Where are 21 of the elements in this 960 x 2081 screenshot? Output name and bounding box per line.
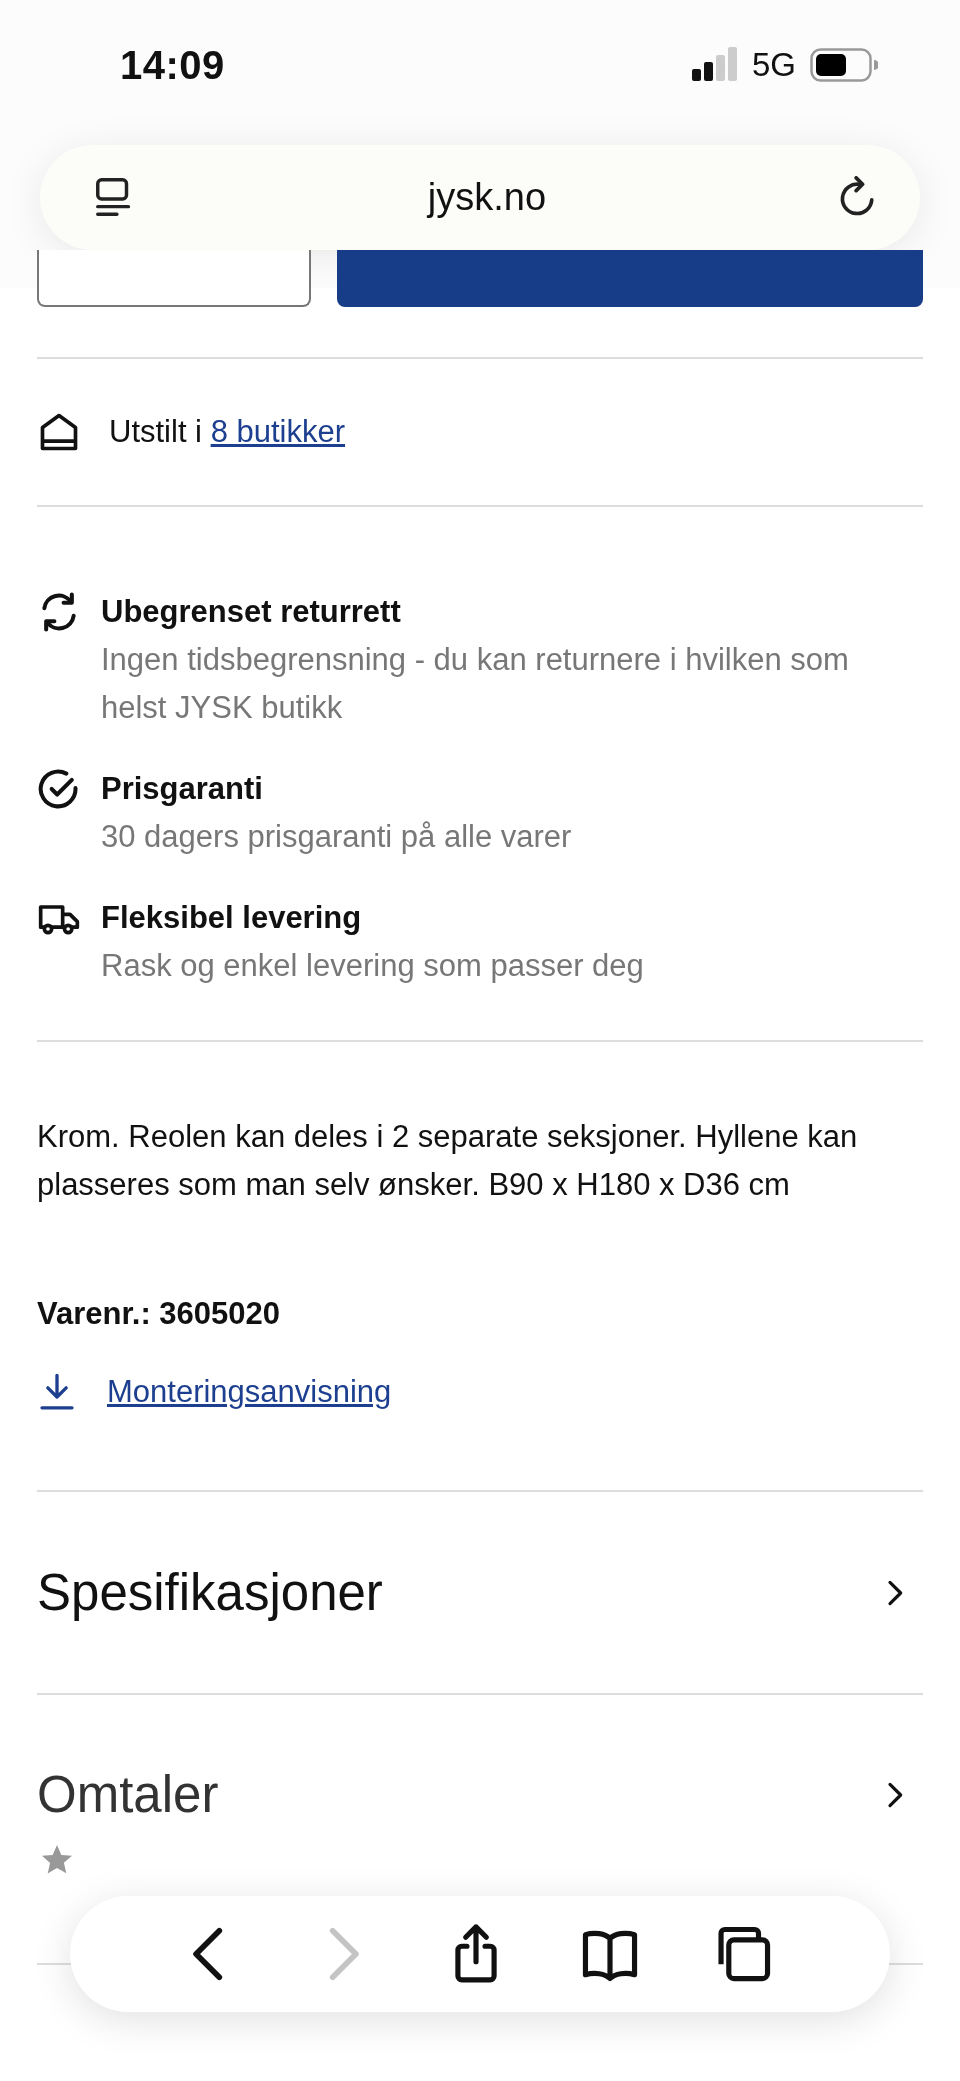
- address-bar[interactable]: jysk.no: [40, 145, 920, 250]
- feature-description: Ingen tidsbegrensning - du kan returnere i hvilken som helst JYSK butikk: [101, 641, 850, 727]
- section-title[interactable]: Spesifikasjoner: [37, 1563, 383, 1622]
- feature-title: Ubegrenset returrett: [101, 593, 402, 631]
- assembly-instructions-link[interactable]: Monteringsanvisning: [107, 1368, 392, 1416]
- signal-icon: [691, 47, 738, 83]
- item-number: Varenr.: 3605020: [37, 1295, 282, 1333]
- feature-title: Prisgaranti: [101, 770, 264, 808]
- display-stores-text: Utstilt i 8 butikker: [109, 414, 346, 450]
- download-icon[interactable]: [37, 1372, 77, 1412]
- section-title[interactable]: Omtaler: [37, 1765, 219, 1824]
- url-text: jysk.no: [427, 176, 547, 219]
- clock-time: 14:09: [120, 42, 225, 88]
- battery-icon: [810, 48, 878, 82]
- feature-title: Fleksibel levering: [101, 899, 363, 937]
- quantity-field[interactable]: [37, 250, 311, 307]
- product-description: Krom. Reolen kan deles i 2 separate seksjoner. Hyllene kan plasseres som man selv ønsker. B90 x H180 x D36 cm: [37, 1118, 859, 1204]
- network-label: 5G: [751, 46, 796, 84]
- feature-description: 30 dagers prisgaranti på alle varer: [101, 818, 572, 856]
- stores-link[interactable]: 8 butikker: [210, 414, 346, 449]
- feature-description: Rask og enkel levering som passer deg: [101, 947, 644, 985]
